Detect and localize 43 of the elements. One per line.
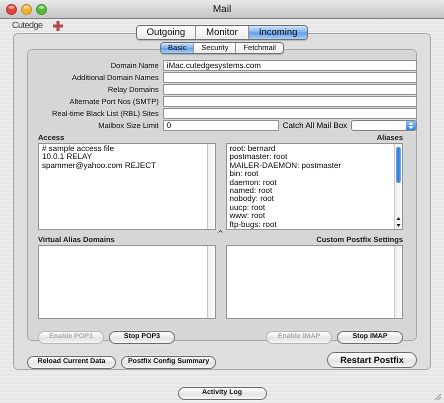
tab[interactable]: Incoming bbox=[248, 26, 308, 39]
logo-text: Cutedge bbox=[12, 20, 43, 31]
text-line: MAILER-DAEMON: postmaster bbox=[230, 162, 342, 170]
text-line: 10.0.1 RELAY bbox=[42, 153, 94, 162]
text-line: www: root bbox=[230, 212, 266, 221]
tab[interactable]: Outgoing bbox=[136, 26, 196, 39]
text-line: # sample access file bbox=[42, 145, 116, 153]
text-area[interactable]: # sample access file 10.0.1 RELAY spammer@yahoo.com REJECT bbox=[38, 143, 216, 230]
text-line: uucp: root bbox=[230, 204, 266, 212]
scrollbar[interactable] bbox=[394, 144, 402, 229]
text-area[interactable]: root: bernard postmaster: root MAILER-DAEMON: postmaster bin: root daemon: root named: root nobody: root uucp: root www: root ftp-bugs: root bbox=[226, 143, 403, 230]
button[interactable]: Restart Postfix bbox=[327, 352, 417, 368]
text-line: daemon: root bbox=[230, 178, 278, 187]
minimize-button[interactable] bbox=[21, 4, 32, 14]
zoom-button[interactable] bbox=[36, 4, 47, 14]
text-line: root: bernard bbox=[230, 145, 276, 154]
close-button[interactable] bbox=[6, 4, 17, 14]
input-field[interactable] bbox=[162, 72, 418, 83]
input-field[interactable] bbox=[162, 108, 418, 119]
text-line: ftp-bugs: root bbox=[230, 220, 278, 229]
scrollbar[interactable] bbox=[394, 246, 402, 318]
text-line: nobody: root bbox=[230, 195, 275, 204]
plus-icon bbox=[52, 20, 63, 30]
window-title: Mail bbox=[212, 4, 232, 14]
text-area[interactable] bbox=[38, 245, 216, 319]
input-field[interactable]: 0 bbox=[162, 120, 279, 131]
updown-arrows-icon bbox=[408, 121, 414, 130]
text-line: bin: root bbox=[230, 170, 260, 179]
input-field[interactable] bbox=[162, 96, 418, 107]
resize-grip-icon[interactable] bbox=[434, 393, 442, 401]
dropdown[interactable] bbox=[351, 120, 418, 131]
input-field[interactable] bbox=[162, 84, 418, 95]
scrollbar[interactable] bbox=[206, 246, 214, 318]
splitter-handle-icon[interactable] bbox=[218, 230, 223, 233]
text-area[interactable] bbox=[226, 245, 403, 319]
text-line: postmaster: root bbox=[230, 153, 288, 162]
scrollbar[interactable] bbox=[206, 144, 214, 229]
tab[interactable]: Monitor bbox=[196, 26, 249, 39]
text-line: named: root bbox=[230, 186, 274, 195]
scroll-arrows-icon[interactable] bbox=[395, 215, 402, 229]
input-field[interactable]: iMac.cutedgesystems.com bbox=[162, 60, 418, 71]
field-label: Catch All Mail Box bbox=[282, 121, 348, 130]
text-line: spammer@yahoo.com REJECT bbox=[42, 162, 157, 170]
